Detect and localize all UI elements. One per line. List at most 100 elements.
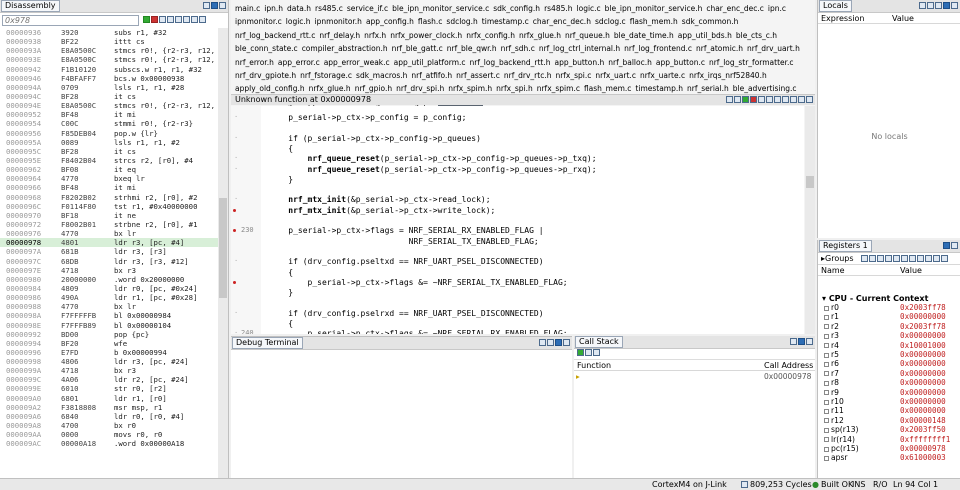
- close-icon[interactable]: [806, 338, 813, 345]
- step-over-icon[interactable]: [167, 16, 174, 23]
- disassembly-row[interactable]: 00000976 4770 bx lr: [0, 229, 218, 238]
- file-tab[interactable]: nrf_atomic.h: [694, 42, 745, 55]
- register-row[interactable]: r4 0x10001000: [818, 341, 960, 350]
- pin-icon[interactable]: [203, 2, 210, 9]
- file-tab[interactable]: app_error_weak.c: [322, 56, 392, 69]
- tool-icon[interactable]: [909, 255, 916, 262]
- tool-icon[interactable]: [861, 255, 868, 262]
- disassembly-row[interactable]: 000009A0 6801 ldr r1, [r0]: [0, 394, 218, 403]
- file-tab[interactable]: flash_mem.h: [628, 15, 680, 28]
- close-icon[interactable]: [951, 2, 958, 9]
- register-row[interactable]: lr(r14) 0xffffffff1: [818, 435, 960, 444]
- tool-icon[interactable]: [917, 255, 924, 262]
- file-tab[interactable]: app_config.h: [364, 15, 416, 28]
- groups-dropdown[interactable]: ▸Groups: [821, 254, 854, 263]
- file-tab[interactable]: ble_cts_c.h: [734, 29, 779, 42]
- code-line[interactable]: · 240 p_serial->p_ctx->flags &= ~NRF_SERI…: [231, 328, 804, 334]
- disassembly-row[interactable]: 00000962 BF08 it eq: [0, 165, 218, 174]
- file-tab[interactable]: nrfx_glue.h: [517, 29, 563, 42]
- register-value[interactable]: 0xffffffff1: [900, 435, 950, 444]
- scroll-thumb[interactable]: [219, 198, 227, 298]
- file-tab[interactable]: ble_conn_state.c: [233, 42, 300, 55]
- disassembly-row[interactable]: 0000095E F8402B04 strcs r2, [r0], #4: [0, 156, 218, 165]
- step-icon[interactable]: [585, 349, 592, 356]
- breakpoint-marker-icon[interactable]: [233, 208, 236, 212]
- run-to-cursor-icon[interactable]: [183, 16, 190, 23]
- register-value[interactable]: 0x00000000: [900, 312, 946, 321]
- breakpoint-marker-icon[interactable]: [233, 280, 236, 284]
- go-icon[interactable]: [577, 349, 584, 356]
- register-row[interactable]: sp(r13) 0x2003ff50: [818, 425, 960, 434]
- step-out-icon[interactable]: [774, 96, 781, 103]
- register-value[interactable]: 0x00000148: [900, 416, 946, 425]
- file-tab[interactable]: nrfx_config.h: [464, 29, 517, 42]
- register-value[interactable]: 0x00000000: [900, 331, 946, 340]
- register-value[interactable]: 0x00000000: [900, 388, 946, 397]
- scroll-thumb[interactable]: [806, 176, 814, 188]
- disassembly-row[interactable]: 0000095C BF28 it cs: [0, 147, 218, 156]
- disassembly-row[interactable]: 00000988 4770 bx lr: [0, 302, 218, 311]
- bookmark-icon[interactable]: [790, 96, 797, 103]
- file-tab[interactable]: app_button.c: [654, 56, 707, 69]
- disassembly-row[interactable]: 00000998 4806 ldr r3, [pc, #24]: [0, 357, 218, 366]
- file-tab[interactable]: nrf_queue.h: [563, 29, 612, 42]
- maximize-icon[interactable]: [943, 242, 950, 249]
- file-tab[interactable]: nrfx_uart.c: [593, 69, 638, 82]
- file-tab[interactable]: nrf_error.h: [233, 56, 276, 69]
- options-icon[interactable]: [593, 349, 600, 356]
- file-tab[interactable]: app_util_platform.c: [392, 56, 468, 69]
- col-function[interactable]: Function: [577, 360, 611, 371]
- status-target[interactable]: CortexM4 on J-Link: [652, 479, 727, 490]
- tool-icon[interactable]: [869, 255, 876, 262]
- status-build[interactable]: Built OK: [821, 479, 853, 490]
- disassembly-row[interactable]: 0000095A 0089 lsls r1, r1, #2: [0, 138, 218, 147]
- register-row[interactable]: r7 0x00000000: [818, 369, 960, 378]
- disassembly-row[interactable]: 00000936 3920 subs r1, #32: [0, 28, 218, 37]
- disassembly-row[interactable]: 00000986 490A ldr r1, [pc, #0x28]: [0, 293, 218, 302]
- pin-icon[interactable]: [547, 339, 554, 346]
- register-row[interactable]: r11 0x00000000: [818, 406, 960, 415]
- disassembly-scrollbar[interactable]: [218, 28, 228, 478]
- disassembly-row[interactable]: 00000966 BF48 it mi: [0, 183, 218, 192]
- locals-tab[interactable]: Locals: [819, 0, 852, 12]
- col-value[interactable]: Value: [892, 13, 914, 24]
- file-tab[interactable]: data.h: [285, 2, 313, 15]
- disassembly-row[interactable]: 00000952 BF48 it mi: [0, 110, 218, 119]
- go-icon[interactable]: [143, 16, 150, 23]
- file-tab[interactable]: char_enc_dec.h: [531, 15, 593, 28]
- register-value[interactable]: 0x00000000: [900, 350, 946, 359]
- file-tab[interactable]: nrfx_uarte.c: [638, 69, 687, 82]
- disassembly-row[interactable]: 00000980 20000000 .word 0x20000000: [0, 275, 218, 284]
- file-tab[interactable]: sdk_macros.h: [354, 69, 409, 82]
- register-row[interactable]: apsr 0x61000003: [818, 453, 960, 462]
- register-value[interactable]: 0x00000000: [900, 397, 946, 406]
- disassembly-row[interactable]: 00000994 BF20 wfe: [0, 339, 218, 348]
- col-value[interactable]: Value: [900, 265, 922, 276]
- file-tab[interactable]: ipnmonitor.c: [233, 15, 284, 28]
- file-tab[interactable]: nrfx_irqs_nrf52840.h: [687, 69, 769, 82]
- file-tab[interactable]: app_button.h: [552, 56, 606, 69]
- col-call-address[interactable]: Call Address: [764, 360, 813, 371]
- register-value[interactable]: 0x61000003: [900, 453, 946, 462]
- view-options-icon[interactable]: [199, 16, 206, 23]
- file-tab[interactable]: nrf_ble_gatt.c: [390, 42, 445, 55]
- disassembly-row[interactable]: 000009AA 0000 movs r0, r0: [0, 430, 218, 439]
- register-row[interactable]: r5 0x00000000: [818, 350, 960, 359]
- file-tab[interactable]: logic.c: [575, 2, 603, 15]
- disassembly-row[interactable]: 00000972 F8002B01 strbne r2, [r0], #1: [0, 220, 218, 229]
- registers-tab[interactable]: Registers 1: [819, 240, 872, 252]
- file-tab[interactable]: nrf_drv_rtc.h: [502, 69, 554, 82]
- file-tab[interactable]: logic.h: [284, 15, 313, 28]
- tool-icon[interactable]: [885, 255, 892, 262]
- file-tab[interactable]: nrf_drv_gpiote.h: [233, 69, 298, 82]
- code-line-marker-icon[interactable]: ·: [234, 328, 238, 334]
- file-tab[interactable]: nrf_drv_uart.h: [745, 42, 802, 55]
- disassembly-row[interactable]: 00000970 BF18 it ne: [0, 211, 218, 220]
- register-row[interactable]: r12 0x00000148: [818, 416, 960, 425]
- maximize-icon[interactable]: [798, 338, 805, 345]
- breakpoint-marker-icon[interactable]: [233, 229, 236, 233]
- disassembly-row[interactable]: 000009A2 F3818808 msr msp, r1: [0, 403, 218, 412]
- col-expression[interactable]: Expression: [821, 13, 864, 24]
- register-value[interactable]: 0x00000000: [900, 369, 946, 378]
- file-tab[interactable]: rs485.h: [542, 2, 574, 15]
